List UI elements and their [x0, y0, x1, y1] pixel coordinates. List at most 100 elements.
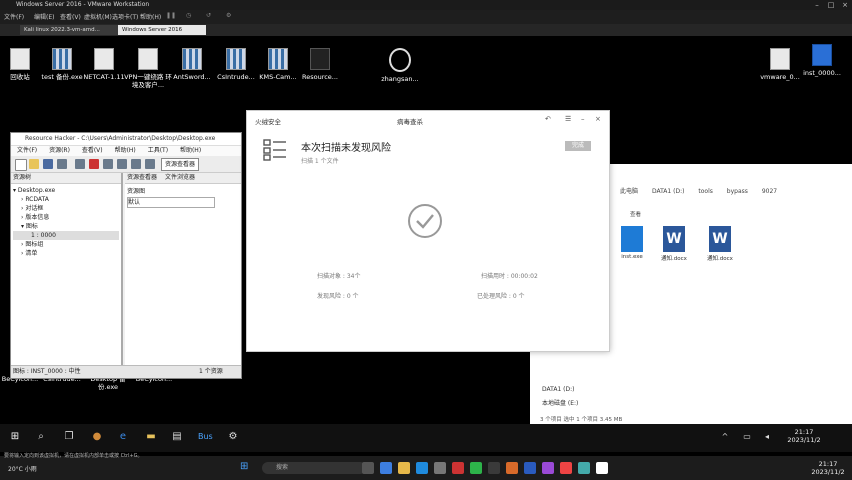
guest-clock[interactable]: 21:17 2023/11/2: [780, 428, 828, 444]
new-icon[interactable]: [15, 159, 27, 171]
breadcrumb-item[interactable]: DATA1 (D:): [652, 188, 685, 195]
tree-item[interactable]: › 清单: [13, 249, 119, 258]
desktop-icon[interactable]: CsIntrude...: [212, 48, 260, 81]
start-icon[interactable]: ⊞: [8, 430, 22, 444]
app-icon[interactable]: [596, 462, 608, 474]
folder-icon[interactable]: ▬: [144, 430, 158, 444]
host-clock[interactable]: 21:17 2023/11/2: [808, 460, 848, 476]
menu-item[interactable]: 资源(R): [49, 147, 70, 154]
snapshot-icon[interactable]: ◷: [186, 12, 191, 19]
tree-item[interactable]: › RCDATA: [13, 195, 119, 204]
close-icon[interactable]: ×: [595, 115, 601, 123]
view-button[interactable]: 查看: [630, 210, 641, 218]
menu-item[interactable]: 查看(V): [82, 147, 103, 154]
save-as-icon[interactable]: [57, 159, 67, 169]
revert-icon[interactable]: ↺: [206, 12, 211, 19]
back-icon[interactable]: ↶: [545, 115, 551, 123]
save-icon[interactable]: [43, 159, 53, 169]
desktop-icon[interactable]: zhangsan...: [376, 48, 424, 83]
app-icon[interactable]: [560, 462, 572, 474]
menu-help[interactable]: 帮助(H): [140, 12, 161, 21]
desktop-icon[interactable]: inst_0000...: [798, 44, 846, 77]
menu-item[interactable]: 帮助(H): [180, 147, 201, 154]
tree-item[interactable]: › 版本信息: [13, 213, 119, 222]
app-icon[interactable]: [380, 462, 392, 474]
breadcrumb-item[interactable]: bypass: [727, 188, 748, 195]
desktop-icon[interactable]: vmware_0...: [756, 48, 804, 81]
weather-widget[interactable]: 20°C 小雨: [8, 464, 37, 473]
tab-resource-viewer[interactable]: 资源查看器: [127, 174, 157, 181]
done-button[interactable]: 完成: [565, 141, 591, 151]
pause-icon[interactable]: ❚❚: [166, 12, 176, 19]
network-icon[interactable]: ▭: [740, 430, 754, 444]
manage-icon[interactable]: ⚙: [226, 12, 231, 19]
wechat-icon[interactable]: [470, 462, 482, 474]
task-view-icon[interactable]: [362, 462, 374, 474]
vmware-icon[interactable]: [434, 462, 446, 474]
menu-item[interactable]: 帮助(H): [115, 147, 136, 154]
breadcrumb-item[interactable]: 此电脑: [620, 188, 638, 195]
tab-kali[interactable]: Kali linux 2022.3-vm-amd...: [20, 25, 118, 35]
export-icon[interactable]: [145, 159, 155, 169]
menu-icon[interactable]: ☰: [565, 115, 571, 123]
desktop-icon[interactable]: VPN一键绕路 环境及客户...: [124, 48, 172, 89]
menu-item[interactable]: 工具(T): [148, 147, 168, 154]
nav-item[interactable]: 本地磁盘 (E:): [542, 398, 578, 407]
file-item[interactable]: W 通知.docx: [702, 226, 738, 262]
desktop-icon[interactable]: KMS-Cam...: [254, 48, 302, 81]
menu-view[interactable]: 查看(V): [60, 12, 81, 21]
file-item[interactable]: W 通知.docx: [656, 226, 692, 262]
minimize-icon[interactable]: –: [581, 115, 585, 123]
close-icon[interactable]: ×: [840, 1, 850, 9]
task-view-icon[interactable]: ❐: [62, 430, 76, 444]
tree-item[interactable]: ▾ Desktop.exe: [13, 186, 119, 195]
ie-icon[interactable]: e: [116, 430, 130, 444]
tree-item[interactable]: › 图标组: [13, 240, 119, 249]
desktop-icon[interactable]: NETCAT-1.11: [80, 48, 128, 81]
open-icon[interactable]: [29, 159, 39, 169]
tab-windows-server[interactable]: Windows Server 2016: [118, 25, 206, 35]
explorer-icon[interactable]: [398, 462, 410, 474]
app-icon[interactable]: [542, 462, 554, 474]
nav-item[interactable]: DATA1 (D:): [542, 386, 575, 393]
dialog-icon[interactable]: [89, 159, 99, 169]
app-icon[interactable]: ●: [90, 430, 104, 444]
language-select[interactable]: 默认: [127, 197, 215, 208]
server-manager-icon[interactable]: ▤: [170, 430, 184, 444]
app-icon[interactable]: [506, 462, 518, 474]
tree-item[interactable]: › 对话框: [13, 204, 119, 213]
settings-icon[interactable]: ⚙: [226, 430, 240, 444]
app-icon[interactable]: [524, 462, 536, 474]
minimize-icon[interactable]: –: [812, 1, 822, 9]
desktop-icon[interactable]: AntSword...: [168, 48, 216, 81]
search-icon[interactable]: ⌕: [34, 430, 48, 444]
tab-file-browser[interactable]: 文件浏览器: [165, 174, 195, 181]
bus-icon[interactable]: Bus: [198, 430, 213, 444]
menu-tabs[interactable]: 选项卡(T): [112, 12, 138, 21]
windows-start-icon[interactable]: ⊞: [240, 461, 248, 472]
tray-icon[interactable]: ^: [718, 430, 732, 444]
terminal-icon[interactable]: [488, 462, 500, 474]
compile-icon[interactable]: [75, 159, 85, 169]
maximize-icon[interactable]: □: [826, 1, 836, 9]
edge-icon[interactable]: [416, 462, 428, 474]
file-item[interactable]: inst.exe: [614, 226, 650, 260]
breadcrumb-item[interactable]: tools: [698, 188, 713, 195]
volume-icon[interactable]: ◂: [760, 430, 774, 444]
host-search-input[interactable]: 搜索: [262, 462, 366, 474]
resource-viewer-button[interactable]: 资源查看器: [161, 158, 200, 171]
app-icon[interactable]: [578, 462, 590, 474]
desktop-icon[interactable]: Resource...: [296, 48, 344, 81]
menu-item[interactable]: 文件(F): [17, 147, 37, 154]
breadcrumb-item[interactable]: 9027: [762, 188, 777, 195]
menu-edit[interactable]: 编辑(E): [34, 12, 54, 21]
desktop-icon[interactable]: test 备份.exe: [38, 48, 86, 81]
menu-vm[interactable]: 虚拟机(M): [84, 12, 112, 21]
tree-item[interactable]: ▾ 图标: [13, 222, 119, 231]
menu-file[interactable]: 文件(F): [4, 12, 24, 21]
tree-item-selected[interactable]: 1 : 0000: [13, 231, 119, 240]
add-resource-icon[interactable]: [103, 159, 113, 169]
replace-icon[interactable]: [117, 159, 127, 169]
delete-icon[interactable]: [131, 159, 141, 169]
app-icon[interactable]: [452, 462, 464, 474]
